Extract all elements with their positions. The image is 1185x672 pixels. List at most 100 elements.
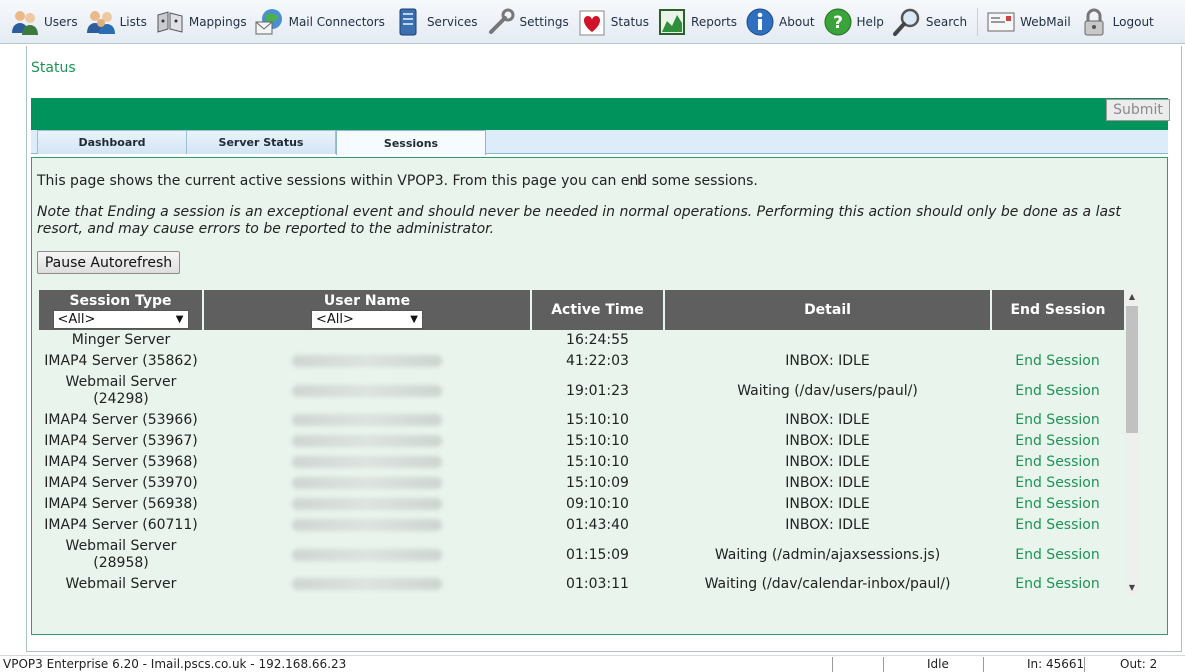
session-type-cell: IMAP4 Server (53967) — [44, 433, 198, 449]
help-icon: ? — [824, 8, 852, 35]
table-row: Webmail Server 01:03:11 Waiting (/dav/ca… — [39, 574, 1124, 595]
bytes-out: Out: 2 — [1120, 657, 1158, 671]
user-name-cell — [203, 410, 531, 431]
toolbar-services[interactable]: Services — [393, 2, 486, 42]
toolbar-webmail[interactable]: WebMail — [986, 2, 1079, 42]
table-row: IMAP4 Server (53968) 15:10:10 INBOX: IDL… — [39, 452, 1124, 473]
end-session-cell — [991, 330, 1124, 351]
active-time-cell: 41:22:03 — [566, 353, 629, 369]
reports-icon — [659, 8, 686, 35]
session-type-cell: IMAP4 Server (53968) — [44, 454, 198, 470]
table-row: IMAP4 Server (53967) 15:10:10 INBOX: IDL… — [39, 431, 1124, 452]
toolbar-reports[interactable]: Reports — [657, 2, 745, 42]
bytes-in: In: 45661 — [1027, 657, 1085, 671]
redacted-user-name — [292, 578, 442, 590]
user-name-cell — [203, 574, 531, 595]
user-name-filter-value: <All> — [316, 311, 354, 327]
end-session-link[interactable]: End Session — [1015, 383, 1099, 399]
scroll-down-arrow-icon[interactable]: ▼ — [1125, 581, 1139, 595]
detail-cell: Waiting (/dav/users/paul/) — [737, 382, 918, 399]
session-type-cell: IMAP4 Server (56938) — [44, 496, 198, 512]
toolbar-users[interactable]: Users — [10, 2, 86, 42]
status-divider — [832, 657, 833, 672]
status-tabs: Dashboard Server Status Sessions — [31, 130, 1168, 155]
end-session-link[interactable]: End Session — [1015, 433, 1099, 449]
user-name-filter[interactable]: <All> ▼ — [311, 309, 423, 329]
end-session-link[interactable]: End Session — [1015, 475, 1099, 491]
end-session-link[interactable]: End Session — [1015, 412, 1099, 428]
toolbar-mappings-label: Mappings — [188, 14, 247, 29]
toolbar-help[interactable]: ? Help — [823, 2, 892, 42]
tab-sessions[interactable]: Sessions — [336, 130, 486, 155]
session-type-filter[interactable]: <All> ▼ — [52, 309, 189, 329]
toolbar-about-label: About — [779, 14, 815, 29]
user-name-cell — [203, 452, 531, 473]
detail-cell: INBOX: IDLE — [785, 412, 870, 428]
user-name-cell — [203, 330, 531, 351]
toolbar-search[interactable]: Search — [892, 2, 975, 42]
table-row: IMAP4 Server (53966) 15:10:10 INBOX: IDL… — [39, 410, 1124, 431]
end-session-link[interactable]: End Session — [1015, 454, 1099, 470]
active-time-cell: 15:10:10 — [566, 433, 629, 449]
sessions-table: Session Type <All> ▼ User Name <All> ▼ A… — [39, 290, 1124, 595]
session-type-cell: IMAP4 Server (53970) — [44, 475, 198, 491]
submit-button[interactable]: Submit — [1106, 99, 1170, 121]
user-name-cell — [203, 351, 531, 372]
tab-server-status[interactable]: Server Status — [186, 130, 336, 154]
scroll-up-arrow-icon[interactable]: ▲ — [1125, 290, 1139, 304]
end-session-link[interactable]: End Session — [1015, 496, 1099, 512]
toolbar-status[interactable]: Status — [577, 2, 657, 42]
warning-note: Note that Ending a session is an excepti… — [37, 204, 1121, 237]
redacted-user-name — [292, 498, 442, 510]
end-session-cell: End Session — [991, 473, 1124, 494]
toolbar-services-label: Services — [426, 14, 478, 29]
user-name-cell — [203, 473, 531, 494]
end-session-cell: End Session — [991, 515, 1124, 536]
detail-cell — [664, 330, 991, 351]
user-name-cell — [203, 536, 531, 574]
session-type-filter-value: <All> — [57, 311, 96, 327]
detail-cell: Waiting (/dav/calendar-inbox/paul/) — [704, 576, 951, 592]
end-session-cell: End Session — [991, 574, 1124, 595]
status-heart-icon — [579, 10, 605, 35]
toolbar-help-label: Help — [856, 14, 884, 29]
chevron-down-icon: ▼ — [410, 313, 418, 325]
scrollbar-thumb[interactable] — [1126, 306, 1138, 433]
action-bar — [31, 98, 1168, 130]
page-title: Status — [31, 60, 76, 76]
toolbar-lists[interactable]: Lists — [86, 2, 155, 42]
user-name-cell — [203, 372, 531, 410]
end-session-link[interactable]: End Session — [1015, 547, 1099, 563]
tab-dashboard[interactable]: Dashboard — [37, 130, 187, 154]
end-session-link[interactable]: End Session — [1015, 576, 1099, 592]
connection-state: Idle — [927, 657, 949, 671]
redacted-user-name — [292, 548, 442, 561]
mail-connectors-icon — [255, 8, 282, 34]
toolbar-settings[interactable]: Settings — [486, 2, 577, 42]
table-row: IMAP4 Server (60711) 01:43:40 INBOX: IDL… — [39, 515, 1124, 536]
toolbar-mappings[interactable]: Mappings — [155, 2, 255, 42]
toolbar-reports-label: Reports — [691, 14, 738, 29]
redacted-user-name — [292, 456, 442, 468]
text-cursor-icon: I — [637, 173, 642, 189]
toolbar-logout[interactable]: Logout — [1079, 2, 1162, 42]
sessions-table-container[interactable]: Session Type <All> ▼ User Name <All> ▼ A… — [39, 290, 1141, 598]
header-session-type: Session Type <All> ▼ — [39, 290, 204, 330]
user-name-cell — [203, 494, 531, 515]
logout-padlock-icon — [1084, 8, 1104, 35]
active-time-cell: 15:10:09 — [566, 475, 629, 491]
session-type-cell: IMAP4 Server (35862) — [44, 353, 198, 369]
detail-cell: INBOX: IDLE — [785, 454, 870, 470]
table-scrollbar[interactable]: ▲ ▼ — [1125, 290, 1139, 595]
status-divider — [983, 657, 984, 672]
end-session-cell: End Session — [991, 410, 1124, 431]
header-detail: Detail — [664, 290, 992, 330]
toolbar-about[interactable]: About — [745, 2, 822, 42]
end-session-link[interactable]: End Session — [1015, 517, 1099, 533]
server-info: VPOP3 Enterprise 6.20 - Imail.pscs.co.uk… — [3, 657, 347, 671]
toolbar-search-label: Search — [925, 14, 968, 29]
toolbar-settings-label: Settings — [519, 14, 569, 29]
pause-autorefresh-button[interactable]: Pause Autorefresh — [37, 251, 180, 274]
toolbar-mail-connectors[interactable]: Mail Connectors — [255, 2, 393, 42]
end-session-link[interactable]: End Session — [1015, 353, 1099, 369]
